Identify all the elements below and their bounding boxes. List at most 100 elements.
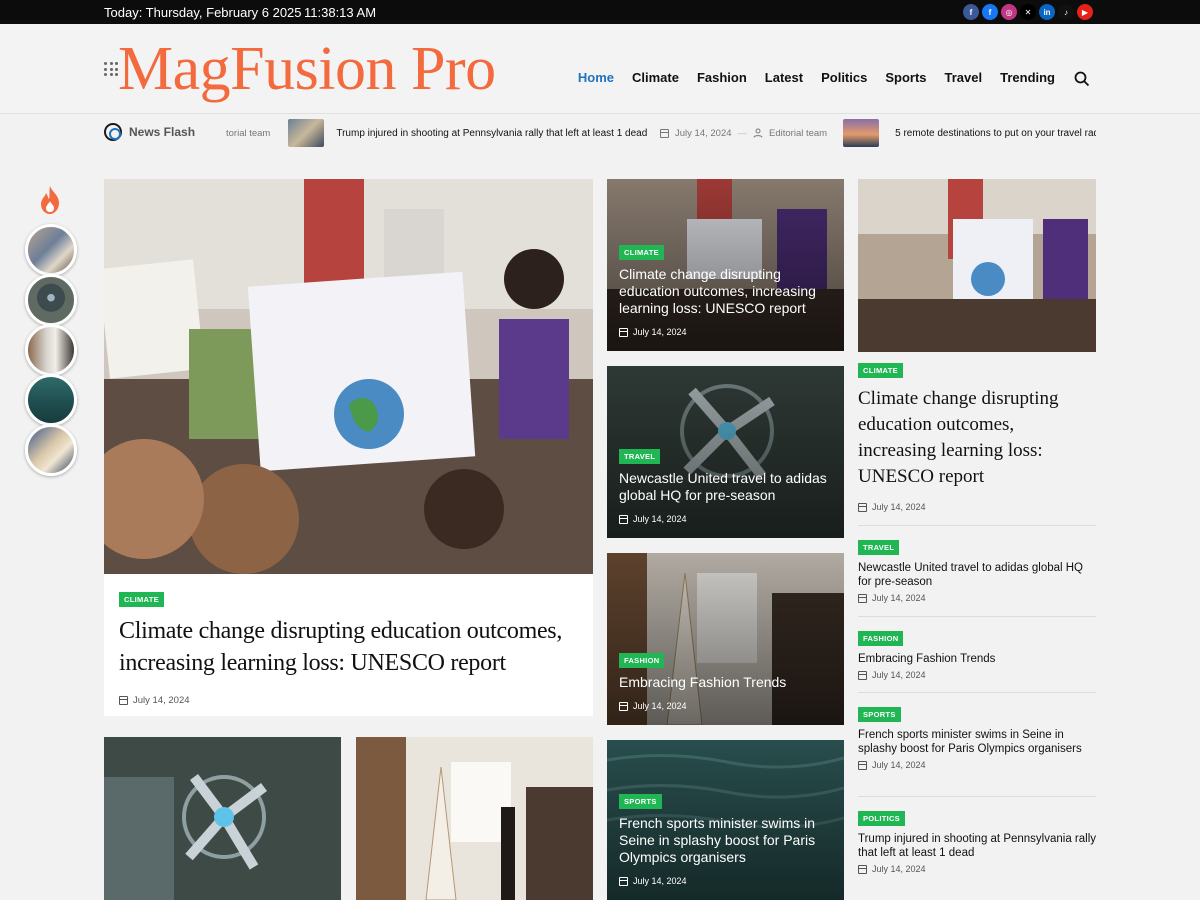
- ticker-item[interactable]: torial team Trump injured in shooting at…: [226, 118, 647, 148]
- boutique-photo: [356, 737, 593, 900]
- ticker-title: Trump injured in shooting at Pennsylvani…: [336, 127, 648, 139]
- fire-icon[interactable]: [37, 185, 63, 215]
- post-title[interactable]: Climate change disrupting education outc…: [619, 266, 832, 317]
- post-date: July 14, 2024: [619, 327, 832, 337]
- category-badge[interactable]: POLITICS: [858, 811, 905, 826]
- trending-avatar[interactable]: [25, 424, 77, 476]
- instagram-icon[interactable]: ◎: [1001, 4, 1017, 20]
- calendar-icon: [619, 876, 628, 886]
- x-icon[interactable]: ✕: [1020, 4, 1036, 20]
- ticker-item[interactable]: July 14, 2024 — Editorial team 5 remote …: [660, 118, 1096, 148]
- category-badge[interactable]: SPORTS: [858, 707, 901, 722]
- overlay-post-card[interactable]: SPORTS French sports minister swims in S…: [607, 740, 844, 900]
- calendar-icon: [858, 864, 867, 874]
- facebook-icon[interactable]: f: [963, 4, 979, 20]
- calendar-icon: [119, 696, 128, 705]
- post-date-text: July 14, 2024: [633, 327, 687, 337]
- trending-avatar[interactable]: [25, 274, 77, 326]
- nav-latest[interactable]: Latest: [765, 70, 803, 85]
- menu-grid-icon[interactable]: [104, 62, 118, 76]
- social-links: f f ◎ ✕ in ♪ ▶: [963, 4, 1093, 20]
- protest-photo: [858, 179, 1096, 352]
- post-date: July 14, 2024: [858, 502, 1096, 512]
- overlay-post-card[interactable]: CLIMATE Climate change disrupting educat…: [607, 179, 844, 351]
- post-title[interactable]: Trump injured in shooting at Pennsylvani…: [858, 832, 1096, 860]
- site-header: MagFusion Pro Home Climate Fashion Lates…: [0, 24, 1200, 114]
- calendar-icon: [858, 760, 867, 770]
- ticker-thumbnail: [843, 119, 880, 147]
- hero-card-body: CLIMATE Climate change disrupting educat…: [104, 574, 593, 716]
- post-date: July 14, 2024: [858, 670, 1096, 680]
- post-date: July 14, 2024: [119, 695, 578, 706]
- list-item[interactable]: FASHION Embracing Fashion Trends July 14…: [858, 616, 1096, 680]
- current-date: Today: Thursday, February 6 2025: [104, 5, 302, 20]
- calendar-icon: [619, 701, 628, 711]
- search-icon[interactable]: [1074, 71, 1090, 87]
- youtube-icon[interactable]: ▶: [1077, 4, 1093, 20]
- nav-trending[interactable]: Trending: [1000, 70, 1055, 85]
- list-item[interactable]: SPORTS French sports minister swims in S…: [858, 692, 1096, 770]
- category-badge[interactable]: TRAVEL: [619, 449, 661, 464]
- post-thumbnail[interactable]: [858, 179, 1096, 352]
- facebook-circle-icon[interactable]: f: [982, 4, 998, 20]
- calendar-icon: [858, 593, 867, 603]
- calendar-icon: [619, 327, 628, 337]
- hero-image[interactable]: [104, 179, 593, 574]
- site-logo[interactable]: MagFusion Pro: [118, 34, 496, 105]
- tiktok-icon[interactable]: ♪: [1058, 4, 1074, 20]
- right-featured-post: CLIMATE Climate change disrupting educat…: [858, 352, 1096, 512]
- list-item[interactable]: POLITICS Trump injured in shooting at Pe…: [858, 796, 1096, 874]
- user-icon: [753, 128, 763, 138]
- ticker-date: July 14, 2024: [675, 127, 732, 139]
- nav-fashion[interactable]: Fashion: [697, 70, 747, 85]
- post-thumbnail[interactable]: [356, 737, 593, 900]
- category-badge[interactable]: FASHION: [858, 631, 904, 646]
- nav-politics[interactable]: Politics: [821, 70, 867, 85]
- linkedin-icon[interactable]: in: [1039, 4, 1055, 20]
- hero-photo: [104, 179, 593, 574]
- top-bar: Today: Thursday, February 6 2025 11:38:1…: [0, 0, 1200, 24]
- current-time: 11:38:13 AM: [304, 5, 377, 20]
- nav-travel[interactable]: Travel: [945, 70, 983, 85]
- list-item[interactable]: TRAVEL Newcastle United travel to adidas…: [858, 525, 1096, 603]
- category-badge[interactable]: SPORTS: [619, 794, 662, 809]
- trending-avatar[interactable]: [25, 374, 77, 426]
- post-date: July 14, 2024: [858, 593, 1096, 603]
- calendar-icon: [660, 128, 669, 138]
- category-badge[interactable]: CLIMATE: [119, 592, 164, 607]
- hero-title[interactable]: Climate change disrupting education outc…: [119, 615, 578, 679]
- post-date-text: July 14, 2024: [872, 593, 926, 603]
- calendar-icon: [619, 514, 628, 524]
- post-title[interactable]: Newcastle United travel to adidas global…: [619, 470, 832, 504]
- post-title[interactable]: French sports minister swims in Seine in…: [619, 815, 832, 866]
- post-thumbnail[interactable]: [104, 737, 341, 900]
- post-date-text: July 14, 2024: [633, 876, 687, 886]
- post-title[interactable]: French sports minister swims in Seine in…: [858, 728, 1096, 756]
- nav-sports[interactable]: Sports: [885, 70, 926, 85]
- nav-home[interactable]: Home: [578, 70, 614, 85]
- trending-avatar[interactable]: [25, 224, 77, 276]
- ticker-author: Editorial team: [769, 127, 828, 139]
- overlay-post-card[interactable]: TRAVEL Newcastle United travel to adidas…: [607, 366, 844, 538]
- calendar-icon: [858, 502, 867, 512]
- overlay-post-card[interactable]: FASHION Embracing Fashion Trends July 14…: [607, 553, 844, 725]
- news-ticker: torial team Trump injured in shooting at…: [226, 118, 1096, 148]
- category-badge[interactable]: TRAVEL: [858, 540, 900, 555]
- post-date: July 14, 2024: [619, 514, 832, 524]
- calendar-icon: [858, 670, 867, 680]
- post-date-text: July 14, 2024: [633, 701, 687, 711]
- category-badge[interactable]: FASHION: [619, 653, 665, 668]
- category-badge[interactable]: CLIMATE: [619, 245, 664, 260]
- post-date-text: July 14, 2024: [133, 695, 190, 706]
- trending-avatar[interactable]: [25, 324, 77, 376]
- post-title[interactable]: Embracing Fashion Trends: [619, 674, 832, 691]
- ticker-thumbnail: [288, 119, 325, 147]
- news-flash-bar: News Flash torial team Trump injured in …: [0, 115, 1200, 151]
- main-nav: Home Climate Fashion Latest Politics Spo…: [578, 70, 1055, 85]
- nav-climate[interactable]: Climate: [632, 70, 679, 85]
- post-title[interactable]: Embracing Fashion Trends: [858, 652, 1096, 666]
- post-title[interactable]: Newcastle United travel to adidas global…: [858, 561, 1096, 589]
- category-badge[interactable]: CLIMATE: [858, 363, 903, 378]
- post-title[interactable]: Climate change disrupting education outc…: [858, 386, 1096, 490]
- news-flash-icon: [104, 123, 122, 141]
